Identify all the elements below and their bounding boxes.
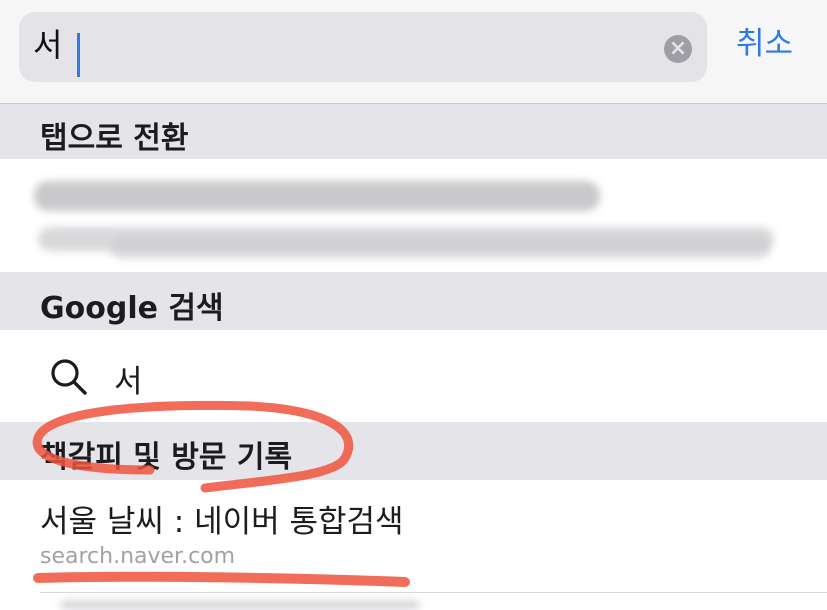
annotation-underline [33, 571, 410, 587]
annotation-overlay [32, 400, 410, 587]
annotation-circle [32, 400, 354, 493]
